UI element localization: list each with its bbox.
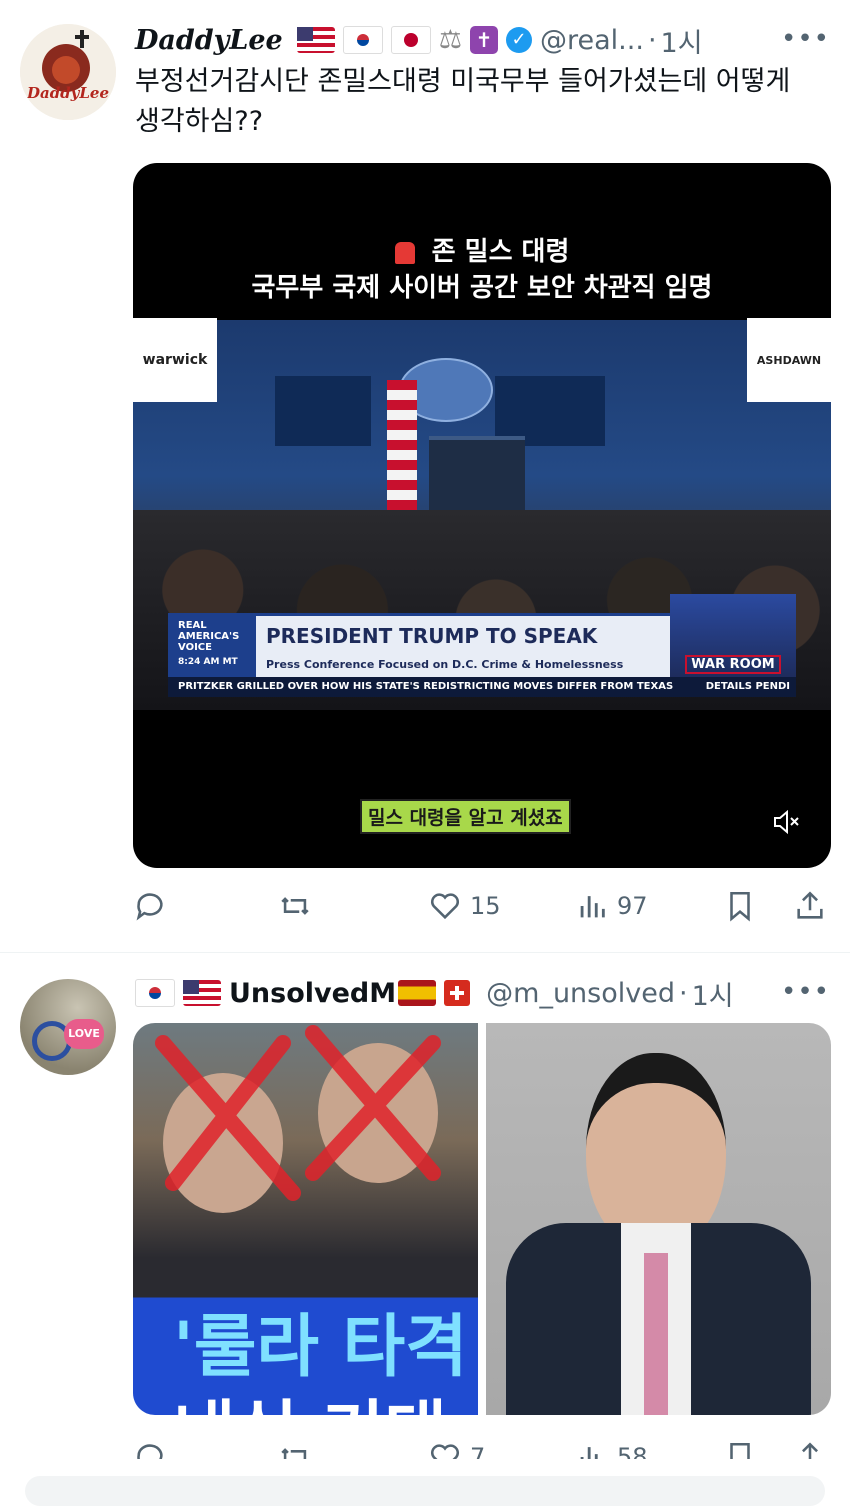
ashdawn-logo: ASHDAWN	[747, 318, 831, 402]
siren-icon	[394, 241, 415, 264]
retweet-icon	[281, 1448, 307, 1459]
more-options-icon[interactable]: •••	[781, 24, 830, 54]
handle[interactable]: @real...	[540, 25, 644, 56]
flag-jp-icon	[390, 26, 431, 54]
retweet-icon	[281, 897, 309, 915]
flag-es-icon	[398, 980, 437, 1006]
tweet-1[interactable]: DaddyLee DaddyLee ⚖ ✝ ✓ @real... · 1시 ••…	[0, 0, 850, 952]
heart-badge: LOVE	[64, 1019, 104, 1049]
news-ticker: PRITZKER GRILLED OVER HOW HIS STATE'S RE…	[168, 677, 796, 697]
more-options-icon[interactable]: •••	[781, 977, 830, 1007]
news-chyron: REAL AMERICA'S VOICE 8:24 AM MT PRESIDEN…	[168, 594, 796, 680]
video-title-line2: 국무부 국제 사이버 공간 보안 차관직 임명	[251, 273, 713, 303]
like-count: 15	[470, 892, 501, 920]
separator-dot: ·	[678, 977, 688, 1009]
tweet-actions: 15 97	[133, 886, 833, 926]
share-button[interactable]	[793, 1437, 833, 1459]
mute-icon[interactable]	[771, 807, 801, 837]
flag-us-icon	[296, 27, 335, 53]
bookmark-button[interactable]	[723, 886, 765, 926]
bookmark-button[interactable]	[723, 1437, 765, 1459]
avatar[interactable]: DaddyLee	[20, 24, 116, 120]
views-icon	[580, 1447, 598, 1459]
bookmark-icon	[730, 1442, 750, 1459]
bottom-bar	[25, 1476, 825, 1506]
retweet-button[interactable]	[278, 886, 320, 926]
video-player[interactable]: 존 밀스 대령 국무부 국제 사이버 공간 보안 차관직 임명 warwick …	[133, 163, 831, 868]
share-button[interactable]	[793, 886, 835, 926]
image-left[interactable]: '룰라 타격 내심 기대	[133, 1023, 478, 1415]
avatar[interactable]: LOVE	[20, 979, 116, 1075]
war-room-text: WAR ROOM	[685, 655, 781, 674]
brand-line-3: VOICE	[178, 642, 212, 653]
reply-icon	[137, 1444, 163, 1459]
view-count: 58	[617, 1443, 648, 1459]
flag-us-icon	[183, 980, 221, 1006]
display-name[interactable]: DaddyLee	[135, 25, 283, 56]
lion-logo-icon: DaddyLee	[20, 24, 116, 120]
chyron-headline: PRESIDENT TRUMP TO SPEAK	[266, 624, 598, 648]
share-icon	[802, 1442, 818, 1459]
tweet-header: UnsolvedM @m_unsolved · 1시	[135, 973, 734, 1013]
ticker-right-text: DETAILS PENDI	[705, 681, 790, 692]
reply-button[interactable]	[133, 886, 175, 926]
reply-icon	[136, 893, 163, 921]
brand-line-2: AMERICA'S	[178, 631, 240, 642]
image-caption-1: '룰라 타격	[173, 1308, 468, 1387]
handle[interactable]: @m_unsolved	[486, 978, 675, 1009]
flag-kr-icon	[135, 979, 175, 1007]
flag-ch-icon	[444, 980, 471, 1006]
like-button[interactable]: 7	[428, 1437, 485, 1459]
chyron-time: 8:24 AM MT	[178, 657, 238, 667]
retweet-button[interactable]	[278, 1437, 320, 1459]
cross-icon: ✝	[470, 26, 499, 54]
like-button[interactable]: 15	[428, 886, 501, 926]
ticker-text: PRITZKER GRILLED OVER HOW HIS STATE'S RE…	[178, 681, 674, 692]
chyron-brand: REAL AMERICA'S VOICE 8:24 AM MT	[168, 616, 256, 680]
views-icon	[580, 896, 605, 918]
verified-icon: ✓	[506, 27, 533, 53]
bookmark-icon	[730, 891, 750, 922]
flag-kr-icon	[342, 26, 383, 54]
brand-line-1: REAL	[178, 620, 207, 631]
video-subtitle: 밀스 대령을 알고 계셨죠	[360, 799, 571, 834]
video-title-text-1: 존 밀스 대령	[431, 237, 570, 267]
video-title-line1: 존 밀스 대령	[133, 231, 831, 268]
share-icon	[797, 891, 823, 919]
image-caption-2: 내심 기대	[173, 1377, 447, 1415]
tweet-actions: 7 58	[133, 1437, 833, 1459]
ashdawn-logo-text: ASHDAWN	[756, 353, 822, 367]
timestamp[interactable]: 1시	[661, 21, 703, 60]
screen-left	[275, 376, 371, 446]
tweet-text: 부정선거감시단 존밀스대령 미국무부 들어가셨는데 어떻게 생각하심??	[135, 66, 791, 137]
separator-dot: ·	[647, 24, 657, 56]
us-flag-prop	[387, 380, 417, 510]
timestamp[interactable]: 1시	[692, 974, 734, 1013]
tweet-header: DaddyLee ⚖ ✝ ✓ @real... · 1시	[135, 20, 703, 60]
warwick-logo-text: warwick	[142, 352, 208, 368]
views-button[interactable]: 58	[575, 1437, 648, 1459]
image-right[interactable]	[486, 1023, 831, 1415]
tweet-2[interactable]: LOVE UnsolvedM @m_unsolved · 1시 ••• '룰라 …	[0, 953, 850, 1491]
reply-button[interactable]	[133, 1437, 175, 1459]
heart-icon	[430, 1444, 460, 1459]
heart-icon	[430, 893, 460, 920]
display-name[interactable]: UnsolvedM	[229, 978, 396, 1009]
views-button[interactable]: 97	[575, 886, 648, 926]
portrait-tie	[644, 1253, 668, 1415]
war-room-logo: WAR ROOM	[670, 594, 796, 680]
warwick-logo: warwick	[133, 318, 217, 402]
view-count: 97	[617, 892, 648, 920]
avatar-text: LOVE	[68, 1027, 100, 1040]
like-count: 7	[470, 1443, 486, 1459]
avatar-text: DaddyLee	[26, 84, 109, 102]
chyron-sub: Press Conference Focused on D.C. Crime &…	[266, 658, 624, 671]
scales-icon: ⚖	[438, 25, 463, 55]
